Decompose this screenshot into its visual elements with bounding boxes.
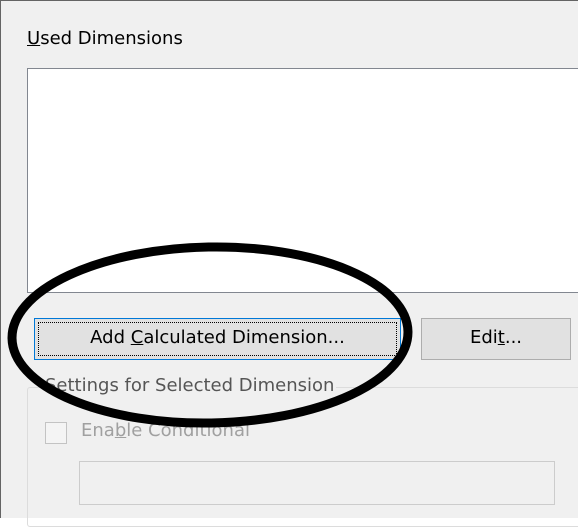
add-calculated-dimension-button[interactable]: Add Calculated Dimension... — [34, 318, 401, 360]
used-dimensions-list[interactable] — [27, 68, 578, 293]
edit-button[interactable]: Edit... — [421, 318, 571, 360]
enable-conditional-label-mnemonic: b — [114, 420, 127, 441]
edit-label-pre: Edi — [469, 327, 498, 348]
used-dimensions-label-mnemonic: U — [27, 28, 41, 49]
add-calculated-label-mnemonic: C — [130, 327, 144, 348]
add-calculated-label-pre: Add — [90, 327, 131, 348]
add-calculated-label-post: alculated Dimension... — [143, 327, 345, 348]
dimensions-panel: Used Dimensions Add Calculated Dimension… — [0, 0, 578, 527]
used-dimensions-label: Used Dimensions — [27, 28, 183, 49]
used-dimensions-label-text: sed Dimensions — [40, 28, 183, 49]
enable-conditional-label-post: le Conditional — [126, 420, 250, 441]
settings-groupbox — [27, 387, 578, 527]
edit-label-mnemonic: t — [497, 327, 505, 348]
settings-groupbox-title: Settings for Selected Dimension — [43, 375, 337, 396]
enable-conditional-label-pre: Ena — [81, 420, 115, 441]
edit-label-post: ... — [504, 327, 523, 348]
enable-conditional-label: Enable Conditional — [81, 420, 250, 441]
conditional-expression-input[interactable] — [79, 461, 555, 505]
enable-conditional-checkbox[interactable] — [45, 422, 67, 444]
